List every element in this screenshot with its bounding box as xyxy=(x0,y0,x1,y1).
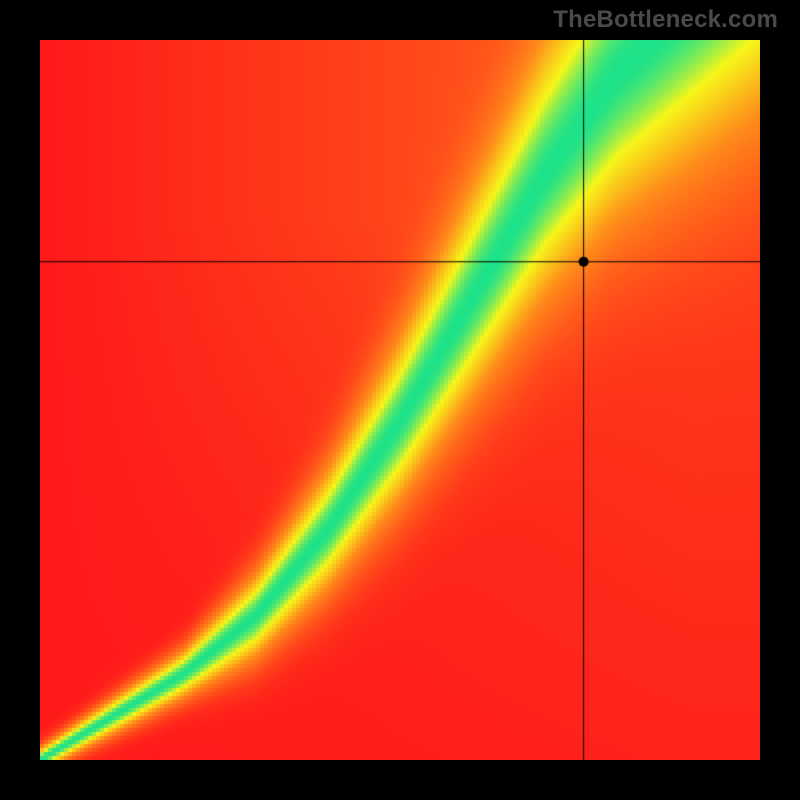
watermark-text: TheBottleneck.com xyxy=(553,6,778,34)
heatmap-canvas xyxy=(40,40,760,760)
bottleneck-heatmap-plot xyxy=(40,40,760,760)
